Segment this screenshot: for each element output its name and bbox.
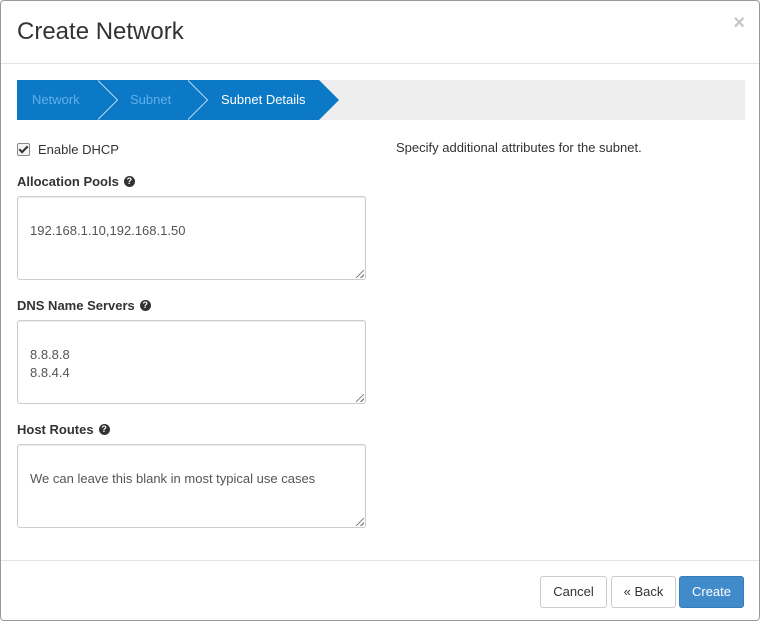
allocation-pools-value: 192.168.1.10,192.168.1.50 [30, 223, 186, 238]
host-routes-label: Host Routes [17, 422, 94, 437]
host-routes-textarea[interactable]: We can leave this blank in most typical … [17, 444, 366, 528]
host-routes-label-row: Host Routes ? [17, 422, 110, 437]
wizard-step-label: Subnet [130, 92, 172, 107]
close-icon[interactable]: × [733, 13, 745, 33]
dns-name-servers-textarea[interactable]: 8.8.8.8 8.8.4.4 [17, 320, 366, 404]
modal-header: Create Network × [1, 1, 759, 64]
modal-title: Create Network [17, 18, 184, 45]
wizard-steps: Network Subnet Subnet Details [17, 80, 745, 120]
resize-grip-icon[interactable] [356, 394, 364, 402]
modal-footer: Cancel « Back Create [1, 560, 759, 621]
step-arrow [97, 80, 117, 120]
dns-name-servers-value: 8.8.8.8 8.8.4.4 [30, 347, 70, 380]
dns-name-servers-label-row: DNS Name Servers ? [17, 298, 151, 313]
allocation-pools-label-row: Allocation Pools ? [17, 174, 135, 189]
cancel-button[interactable]: Cancel [540, 576, 607, 608]
wizard-step-label: Subnet Details [221, 92, 306, 107]
step-arrow [187, 80, 207, 120]
dns-name-servers-label: DNS Name Servers [17, 298, 135, 313]
step-description: Specify additional attributes for the su… [396, 140, 642, 155]
step-arrow [319, 80, 339, 120]
create-button[interactable]: Create [679, 576, 744, 608]
resize-grip-icon[interactable] [356, 518, 364, 526]
allocation-pools-label: Allocation Pools [17, 174, 119, 189]
back-button[interactable]: « Back [611, 576, 676, 608]
enable-dhcp-checkbox[interactable] [17, 142, 30, 156]
allocation-pools-textarea[interactable]: 192.168.1.10,192.168.1.50 [17, 196, 366, 280]
enable-dhcp-label: Enable DHCP [38, 141, 119, 157]
host-routes-placeholder: We can leave this blank in most typical … [30, 471, 316, 486]
question-circle-icon[interactable]: ? [139, 300, 151, 311]
enable-dhcp-row: Enable DHCP [17, 139, 119, 159]
resize-grip-icon[interactable] [356, 270, 364, 278]
create-network-modal: Create Network × Network Subnet Subnet D… [0, 0, 760, 621]
question-circle-icon[interactable]: ? [123, 176, 135, 187]
question-circle-icon[interactable]: ? [98, 424, 110, 435]
wizard-step-label: Network [32, 92, 80, 107]
wizard-step-network[interactable]: Network [17, 80, 118, 120]
